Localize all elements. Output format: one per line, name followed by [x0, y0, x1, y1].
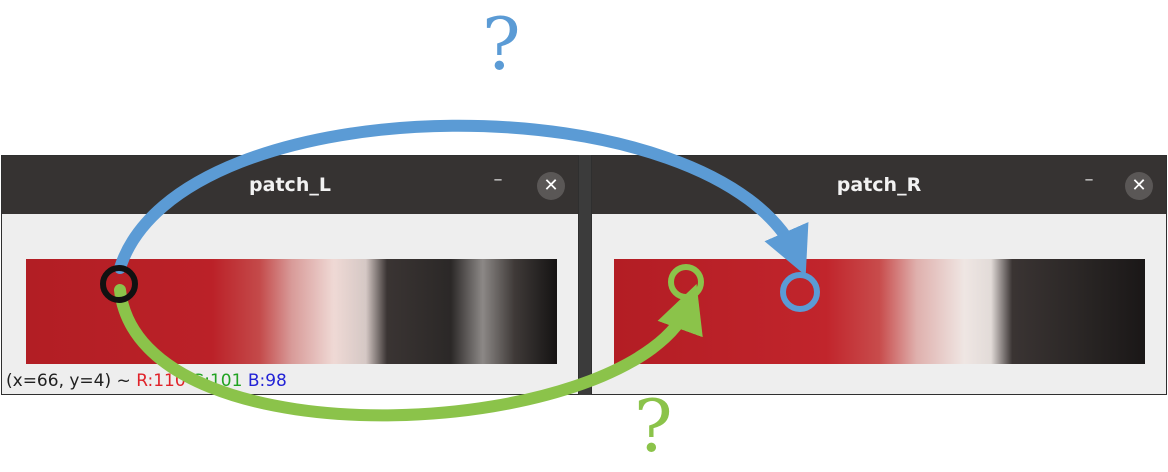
green-arrow — [114, 283, 703, 422]
question-mark-top: ? — [482, 2, 521, 86]
blue-arrow — [114, 119, 809, 276]
blue-target-marker — [780, 272, 820, 312]
green-target-marker — [668, 264, 704, 300]
annotation-overlay — [100, 119, 820, 422]
question-mark-bottom: ? — [634, 384, 673, 468]
